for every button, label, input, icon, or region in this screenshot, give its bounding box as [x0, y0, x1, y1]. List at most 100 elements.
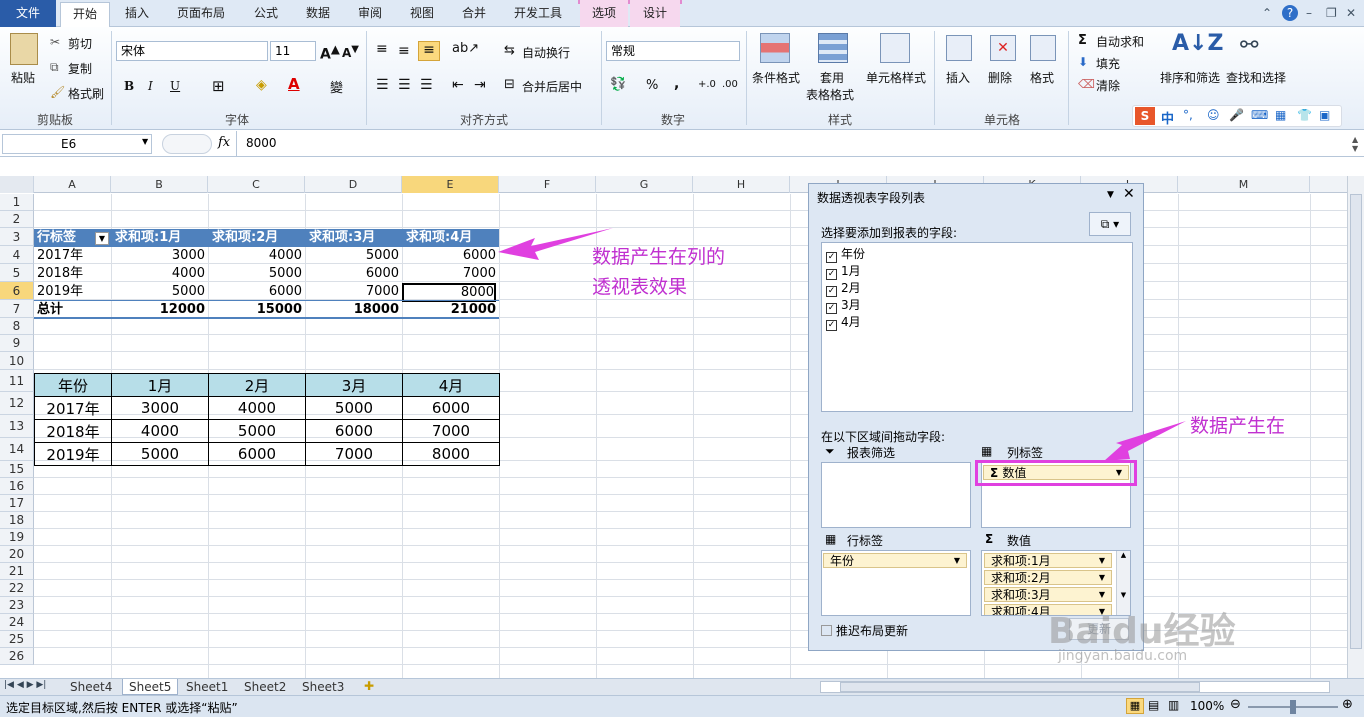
row-header[interactable]: 13 — [0, 415, 34, 438]
field-item[interactable]: ✓ 年份 — [826, 245, 865, 263]
formula-expand-icon[interactable]: ▲ ▼ — [1352, 135, 1358, 153]
source-cell[interactable]: 2017年 — [34, 396, 112, 420]
column-field-values[interactable]: Σ 数值 ▼ — [983, 465, 1129, 480]
find-select-button[interactable]: 查找和选择 — [1226, 69, 1286, 86]
pivot-cell[interactable]: 4000 — [208, 247, 302, 264]
pivot-cell[interactable]: 3000 — [111, 247, 205, 264]
source-cell[interactable]: 7000 — [402, 419, 500, 443]
source-cell[interactable]: 6000 — [208, 442, 306, 466]
comma-button[interactable]: , — [674, 76, 679, 92]
menu-grid-icon[interactable]: ▣ — [1319, 108, 1330, 122]
row-header[interactable]: 7 — [0, 300, 34, 318]
field-item[interactable]: ✓ 1月 — [826, 262, 861, 280]
page-layout-view-icon[interactable]: ▤ — [1148, 698, 1159, 712]
source-header[interactable]: 4月 — [402, 373, 500, 397]
source-cell[interactable]: 6000 — [305, 419, 403, 443]
source-cell[interactable]: 8000 — [402, 442, 500, 466]
filter-dropdown-icon[interactable]: ▼ — [95, 232, 109, 245]
tab-insert[interactable]: 插入 — [114, 2, 160, 27]
row-header[interactable]: 10 — [0, 352, 34, 370]
source-header[interactable]: 1月 — [111, 373, 209, 397]
row-field-year[interactable]: 年份 ▼ — [823, 553, 967, 568]
tab-developer[interactable]: 开发工具 — [502, 2, 574, 27]
tab-options[interactable]: 选项 — [580, 0, 628, 27]
formula-input[interactable]: 8000 — [246, 136, 277, 150]
align-middle-icon[interactable]: ≡ — [398, 43, 410, 59]
row-header[interactable]: 26 — [0, 648, 34, 665]
underline-button[interactable]: U — [170, 79, 180, 93]
italic-button[interactable]: I — [148, 79, 153, 93]
pivot-cell[interactable]: 7000 — [402, 265, 496, 282]
pivot-total-cell[interactable]: 21000 — [402, 301, 496, 318]
window-minimize-icon[interactable]: – — [1306, 6, 1312, 20]
tab-home[interactable]: 开始 — [60, 2, 110, 28]
value-field[interactable]: 求和项:3月 ▼ — [984, 587, 1112, 602]
conditional-format-button[interactable]: 条件格式 — [752, 69, 800, 86]
grow-font-icon[interactable]: A▲ — [320, 42, 340, 63]
checkbox-unchecked-icon[interactable] — [821, 625, 832, 636]
phonetic-icon[interactable]: 變 — [330, 77, 343, 96]
help-icon[interactable]: ? — [1282, 5, 1298, 21]
field-item[interactable]: ✓ 4月 — [826, 313, 861, 331]
normal-view-icon[interactable]: ▦ — [1126, 698, 1144, 714]
defer-update-option[interactable]: 推迟布局更新 — [821, 622, 908, 639]
pivot-row-label[interactable]: 2019年 — [37, 283, 83, 300]
pivot-total-cell[interactable]: 18000 — [305, 301, 399, 318]
tab-data[interactable]: 数据 — [296, 2, 340, 27]
align-right-icon[interactable]: ☰ — [420, 77, 433, 93]
source-cell[interactable]: 2019年 — [34, 442, 112, 466]
value-field[interactable]: 求和项:1月 ▼ — [984, 553, 1112, 568]
source-cell[interactable]: 2018年 — [34, 419, 112, 443]
orientation-icon[interactable]: ab↗ — [452, 41, 479, 56]
pivot-cell[interactable]: 6000 — [208, 283, 302, 300]
pivot-row-label[interactable]: 2017年 — [37, 247, 83, 264]
tab-merge[interactable]: 合并 — [452, 2, 496, 27]
page-break-view-icon[interactable]: ▥ — [1168, 698, 1179, 712]
font-name-combo[interactable]: 宋体 — [116, 41, 268, 61]
window-close-icon[interactable]: ✕ — [1346, 6, 1356, 20]
tab-design[interactable]: 设计 — [630, 0, 680, 27]
row-header[interactable]: 17 — [0, 495, 34, 512]
delete-cells-button[interactable]: 删除 — [988, 69, 1012, 86]
align-bottom-icon[interactable]: ≡ — [418, 41, 440, 61]
shrink-font-icon[interactable]: A▼ — [342, 44, 359, 60]
row-header[interactable]: 16 — [0, 478, 34, 495]
format-painter-button[interactable]: 格式刷 — [68, 85, 104, 102]
decrease-indent-icon[interactable]: ⇤ — [452, 77, 464, 93]
paste-button[interactable]: 粘贴 — [11, 69, 35, 86]
row-header[interactable]: 14 — [0, 438, 34, 461]
tab-formulas[interactable]: 公式 — [244, 2, 288, 27]
sheet-tab[interactable]: Sheet1 — [180, 679, 234, 695]
column-header[interactable]: D — [305, 176, 402, 193]
dropdown-icon[interactable]: ▼ — [1099, 588, 1105, 602]
pane-close-icon[interactable]: ✕ — [1123, 186, 1135, 202]
sheet-tab-active[interactable]: Sheet5 — [122, 679, 179, 695]
source-header[interactable]: 2月 — [208, 373, 306, 397]
pivot-total-label[interactable]: 总计 — [37, 301, 63, 318]
align-center-icon[interactable]: ☰ — [398, 77, 411, 93]
row-header[interactable]: 12 — [0, 392, 34, 415]
number-format-combo[interactable]: 常规 — [606, 41, 740, 61]
align-left-icon[interactable]: ☰ — [376, 77, 389, 93]
fill-color-icon[interactable]: ◈ — [256, 77, 267, 93]
vertical-scrollbar[interactable] — [1347, 176, 1364, 678]
pivot-cell[interactable]: 6000 — [305, 265, 399, 282]
emoji-icon[interactable]: ☺ — [1207, 108, 1220, 122]
value-field[interactable]: 求和项:2月 ▼ — [984, 570, 1112, 585]
fill-button[interactable]: 填充 — [1096, 55, 1120, 72]
copy-button[interactable]: 复制 — [68, 60, 92, 77]
tab-review[interactable]: 审阅 — [348, 2, 392, 27]
currency-icon[interactable]: 💱 — [610, 77, 626, 92]
tab-file[interactable]: 文件 — [0, 0, 56, 27]
pivot-total-cell[interactable]: 12000 — [111, 301, 205, 318]
merge-center-button[interactable]: 合并后居中 — [522, 78, 582, 95]
pivot-cell[interactable]: 7000 — [305, 283, 399, 300]
column-header[interactable]: M — [1178, 176, 1310, 193]
source-cell[interactable]: 5000 — [111, 442, 209, 466]
column-header[interactable]: C — [208, 176, 305, 193]
zoom-out-icon[interactable]: ⊖ — [1230, 697, 1241, 712]
column-header[interactable]: A — [34, 176, 111, 193]
field-item[interactable]: ✓ 3月 — [826, 296, 861, 314]
increase-decimal-icon[interactable]: +.0 — [698, 79, 716, 90]
increase-indent-icon[interactable]: ⇥ — [474, 77, 486, 93]
